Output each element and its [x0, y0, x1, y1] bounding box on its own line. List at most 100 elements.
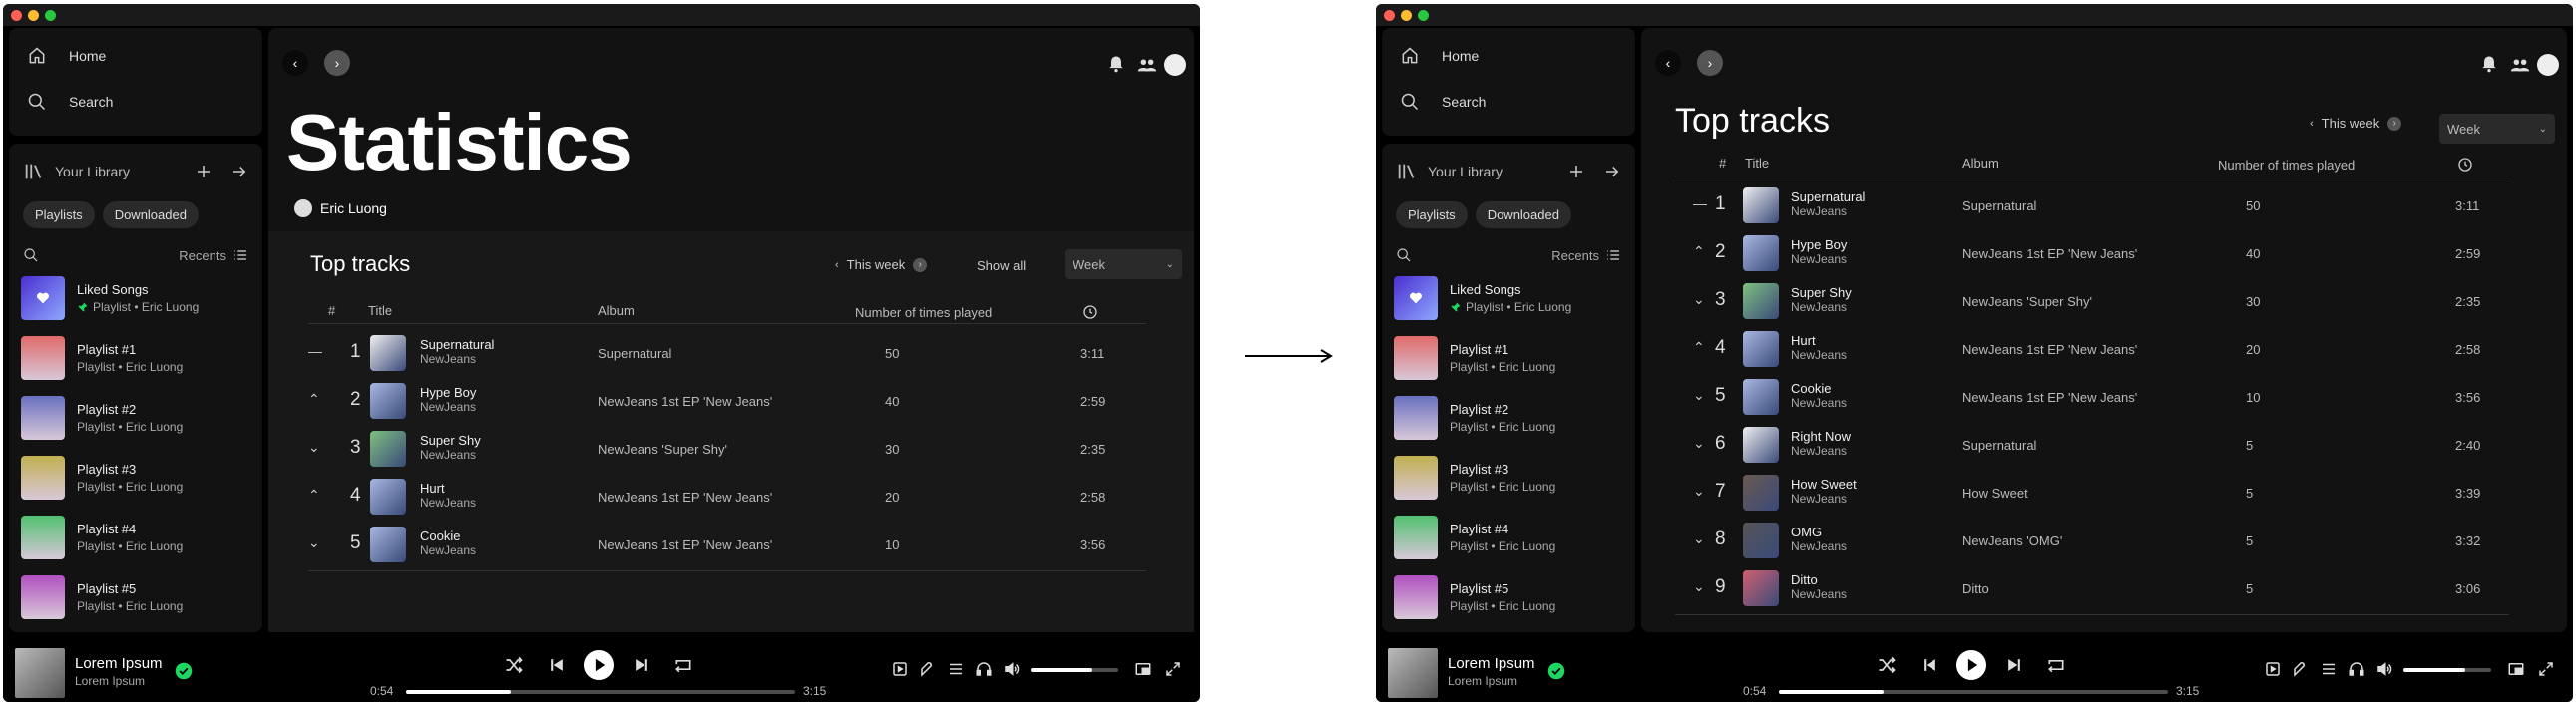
connect-device-icon[interactable] — [975, 660, 993, 678]
avatar[interactable] — [2537, 54, 2559, 76]
nav-home[interactable]: Home — [27, 40, 106, 72]
range-prev-button[interactable]: ‹ — [835, 259, 839, 271]
plus-icon[interactable] — [1567, 163, 1585, 180]
previous-icon[interactable] — [547, 655, 567, 675]
next-icon[interactable] — [2004, 655, 2024, 675]
queue-icon[interactable] — [947, 660, 965, 678]
miniplayer-icon[interactable] — [1134, 660, 1152, 678]
table-row[interactable]: ⌄ 7 How Sweet NewJeans How Sweet 5 3:39 — [1641, 469, 2567, 517]
now-playing-artist[interactable]: Lorem Ipsum — [1448, 674, 1517, 688]
search-icon[interactable] — [1396, 247, 1412, 263]
range-next-button[interactable]: › — [913, 257, 928, 272]
table-row[interactable]: ⌃ 4 Hurt NewJeans NewJeans 1st EP 'New Jeans… — [268, 473, 1194, 521]
library-item[interactable]: Playlist #1 Playlist • Eric Luong — [21, 333, 256, 383]
minimize-window-button[interactable] — [28, 10, 39, 21]
period-select[interactable]: Week ⌄ — [1065, 249, 1182, 279]
table-row[interactable]: ⌄ 6 Right Now NewJeans Supernatural 5 2:40 — [1641, 421, 2567, 469]
table-row[interactable]: ⌄ 5 Cookie NewJeans NewJeans 1st EP 'New Jea… — [268, 521, 1194, 568]
track-album[interactable]: NewJeans 'Super Shy' — [1962, 294, 2092, 309]
now-playing-title[interactable]: Lorem Ipsum — [1448, 655, 1535, 672]
minimize-window-button[interactable] — [1401, 10, 1412, 21]
range-next-button[interactable]: › — [2387, 116, 2402, 131]
library-item[interactable]: Liked Songs Playlist • Eric Luong — [1394, 273, 1629, 323]
track-album[interactable]: NewJeans 1st EP 'New Jeans' — [1962, 342, 2137, 357]
chip-downloaded[interactable]: Downloaded — [102, 201, 199, 228]
progress-bar[interactable] — [406, 690, 795, 694]
track-album[interactable]: NewJeans 1st EP 'New Jeans' — [598, 490, 772, 505]
track-album[interactable]: NewJeans 1st EP 'New Jeans' — [598, 394, 772, 409]
library-item[interactable]: Playlist #1 Playlist • Eric Luong — [1394, 333, 1629, 383]
library-item[interactable]: Playlist #4 Playlist • Eric Luong — [1394, 513, 1629, 562]
forward-button[interactable]: › — [1697, 50, 1723, 76]
range-picker[interactable]: ‹ This week › — [2310, 116, 2402, 131]
back-button[interactable]: ‹ — [282, 50, 308, 76]
library-item[interactable]: Playlist #3 Playlist • Eric Luong — [1394, 453, 1629, 503]
shuffle-icon[interactable] — [1877, 655, 1897, 675]
track-artist[interactable]: NewJeans — [1791, 396, 1847, 410]
volume-icon[interactable] — [1003, 660, 1021, 678]
shuffle-icon[interactable] — [504, 655, 524, 675]
bell-icon[interactable] — [1106, 54, 1126, 74]
volume-slider[interactable] — [2403, 668, 2491, 672]
track-album[interactable]: How Sweet — [1962, 486, 2028, 501]
track-artist[interactable]: NewJeans — [1791, 252, 1847, 266]
friends-icon[interactable] — [2509, 54, 2531, 76]
fullscreen-icon[interactable] — [2537, 660, 2555, 678]
now-playing-art[interactable] — [15, 648, 65, 698]
saved-check-icon[interactable] — [175, 662, 193, 680]
table-row[interactable]: ⌄ 9 Ditto NewJeans Ditto 5 3:06 — [1641, 564, 2567, 612]
queue-icon[interactable] — [2320, 660, 2338, 678]
library-item[interactable]: Playlist #5 Playlist • Eric Luong — [21, 572, 256, 622]
library-icon[interactable] — [1396, 161, 1418, 182]
track-album[interactable]: NewJeans 'OMG' — [1962, 533, 2062, 548]
track-artist[interactable]: NewJeans — [1791, 587, 1847, 601]
table-row[interactable]: —1 Supernatural NewJeans Supernatural 50 3:11 — [268, 329, 1194, 377]
volume-slider[interactable] — [1031, 668, 1118, 672]
table-row[interactable]: ⌄ 3 Super Shy NewJeans NewJeans 'Super Shy' 3… — [268, 425, 1194, 473]
back-button[interactable]: ‹ — [1655, 50, 1681, 76]
table-row[interactable]: ⌃ 2 Hype Boy NewJeans NewJeans 1st EP 'New J… — [1641, 229, 2567, 277]
close-window-button[interactable] — [1384, 10, 1395, 21]
table-row[interactable]: —1 Supernatural NewJeans Supernatural 50 3:11 — [1641, 181, 2567, 229]
chip-playlists[interactable]: Playlists — [1396, 201, 1468, 228]
saved-check-icon[interactable] — [1547, 662, 1565, 680]
table-row[interactable]: ⌄ 5 Cookie NewJeans NewJeans 1st EP 'New Jea… — [1641, 373, 2567, 421]
chip-downloaded[interactable]: Downloaded — [1475, 201, 1571, 228]
track-artist[interactable]: NewJeans — [1791, 348, 1847, 362]
progress-bar[interactable] — [1779, 690, 2168, 694]
track-album[interactable]: NewJeans 1st EP 'New Jeans' — [598, 537, 772, 552]
show-all-link[interactable]: Show all — [977, 258, 1026, 273]
play-icon[interactable] — [1956, 650, 1986, 680]
now-playing-title[interactable]: Lorem Ipsum — [75, 655, 163, 672]
profile-owner[interactable]: Eric Luong — [294, 199, 387, 217]
library-item[interactable]: Playlist #3 Playlist • Eric Luong — [21, 453, 256, 503]
nav-search[interactable]: Search — [27, 86, 113, 118]
library-item[interactable]: Liked Songs Playlist • Eric Luong — [21, 273, 256, 323]
track-artist[interactable]: NewJeans — [1791, 204, 1865, 218]
track-album[interactable]: NewJeans 1st EP 'New Jeans' — [1962, 390, 2137, 405]
track-artist[interactable]: NewJeans — [1791, 300, 1852, 314]
forward-button[interactable]: › — [324, 50, 350, 76]
lyrics-icon[interactable] — [919, 660, 937, 678]
expand-arrow-icon[interactable] — [1603, 163, 1621, 180]
nav-search[interactable]: Search — [1400, 86, 1486, 118]
track-artist[interactable]: NewJeans — [420, 352, 494, 366]
track-album[interactable]: NewJeans 1st EP 'New Jeans' — [1962, 246, 2137, 261]
track-album[interactable]: Supernatural — [1962, 438, 2036, 453]
library-item[interactable]: Playlist #2 Playlist • Eric Luong — [1394, 393, 1629, 443]
library-icon[interactable] — [23, 161, 45, 182]
track-artist[interactable]: NewJeans — [1791, 492, 1857, 506]
track-album[interactable]: Supernatural — [1962, 198, 2036, 213]
zoom-window-button[interactable] — [1418, 10, 1429, 21]
expand-arrow-icon[interactable] — [230, 163, 248, 180]
next-icon[interactable] — [632, 655, 651, 675]
miniplayer-icon[interactable] — [2507, 660, 2525, 678]
track-artist[interactable]: NewJeans — [420, 496, 476, 510]
track-artist[interactable]: NewJeans — [1791, 539, 1847, 553]
play-icon[interactable] — [584, 650, 614, 680]
table-row[interactable]: ⌃ 4 Hurt NewJeans NewJeans 1st EP 'New Jeans… — [1641, 325, 2567, 373]
now-playing-view-icon[interactable] — [891, 660, 909, 678]
plus-icon[interactable] — [195, 163, 213, 180]
friends-icon[interactable] — [1136, 54, 1158, 76]
zoom-window-button[interactable] — [45, 10, 56, 21]
